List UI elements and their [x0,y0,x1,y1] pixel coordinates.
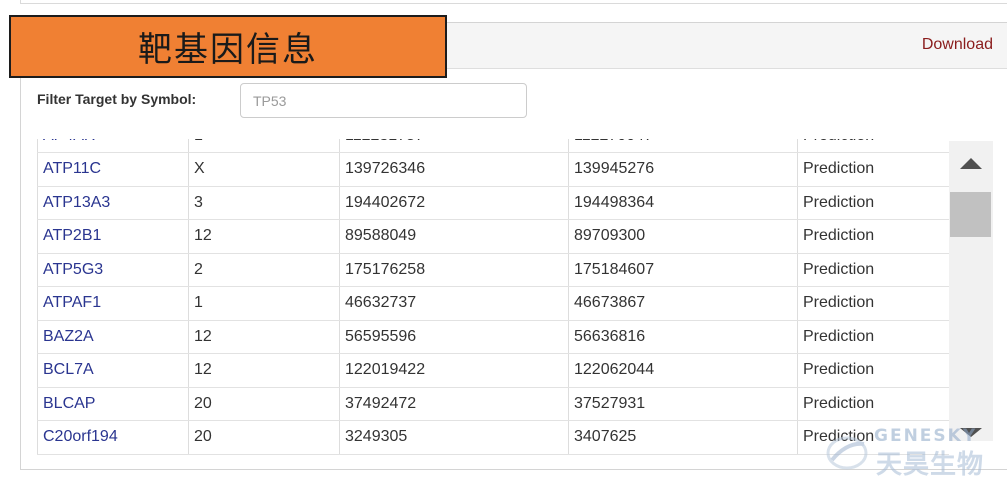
cell-end: 175184607 [568,253,798,287]
cell-end: 139945276 [568,152,798,187]
cell-end: 46673867 [568,286,798,321]
cell-chromosome: 12 [188,219,340,254]
cell-type: Prediction [797,320,949,354]
cell-type: Prediction [797,139,949,153]
table-row: ATP2B1 12 89588049 89709300 Prediction [37,219,949,254]
cell-end: 89709300 [568,219,798,254]
scroll-up-button[interactable] [949,149,993,177]
cell-type: Prediction [797,152,949,187]
cell-start: 37492472 [339,387,569,421]
filter-label: Filter Target by Symbol: [37,91,197,107]
table-row: C20orf194 20 3249305 3407625 Prediction [37,420,949,455]
cell-start: 3249305 [339,420,569,455]
cell-chromosome: 1 [188,286,340,321]
cell-type: Prediction [797,420,949,455]
cell-symbol[interactable]: ATP13A3 [37,186,189,220]
cell-end: 122062044 [568,353,798,388]
cell-symbol[interactable]: ATP5G3 [37,253,189,287]
table-row: ATP11C X 139726346 139945276 Prediction [37,152,949,187]
cell-chromosome: 12 [188,353,340,388]
cell-symbol[interactable]: ATP11C [37,152,189,187]
table-viewport[interactable]: AP4AR1112231757112270047PredictionATP11C… [37,139,949,456]
table-row: AP4AR1112231757112270047Prediction [37,139,949,153]
scroll-thumb[interactable] [950,192,991,237]
cell-end: 37527931 [568,387,798,421]
cell-chromosome: 20 [188,387,340,421]
cell-chromosome: 1 [188,139,340,153]
cell-chromosome: 3 [188,186,340,220]
cell-chromosome: 2 [188,253,340,287]
cell-symbol[interactable]: C20orf194 [37,420,189,455]
cell-start: 122019422 [339,353,569,388]
cell-type: Prediction [797,186,949,220]
target-table: AP4AR1112231757112270047PredictionATP11C… [37,139,949,455]
download-link[interactable]: Download [922,36,993,54]
filter-symbol-input[interactable] [240,83,527,118]
table-row: ATPAF1 1 46632737 46673867 Prediction [37,286,949,321]
cell-type: Prediction [797,219,949,254]
cell-symbol[interactable]: ATP2B1 [37,219,189,254]
top-card-edge [20,0,1007,4]
cell-start: 175176258 [339,253,569,287]
scrollbar[interactable] [949,141,993,441]
cell-chromosome: X [188,152,340,187]
table-row: BCL7A 12 122019422 122062044 Prediction [37,353,949,388]
cell-start: 89588049 [339,219,569,254]
cell-start: 46632737 [339,286,569,321]
cell-start: 56595596 [339,320,569,354]
cell-start: 194402672 [339,186,569,220]
cell-start: 112231757 [339,139,569,153]
cell-symbol[interactable]: BAZ2A [37,320,189,354]
cell-end: 3407625 [568,420,798,455]
cell-end: 194498364 [568,186,798,220]
cell-type: Prediction [797,353,949,388]
cell-type: Prediction [797,253,949,287]
cell-end: 112270047 [568,139,798,153]
cell-start: 139726346 [339,152,569,187]
cell-type: Prediction [797,286,949,321]
cell-chromosome: 20 [188,420,340,455]
cell-end: 56636816 [568,320,798,354]
cell-symbol[interactable]: ATPAF1 [37,286,189,321]
cell-symbol[interactable]: BCL7A [37,353,189,388]
table-row: ATP5G3 2 175176258 175184607 Prediction [37,253,949,287]
cell-type: Prediction [797,387,949,421]
table-row: BAZ2A 12 56595596 56636816 Prediction [37,320,949,354]
table-row: ATP13A3 3 194402672 194498364 Prediction [37,186,949,220]
table-row: BLCAP 20 37492472 37527931 Prediction [37,387,949,421]
cell-symbol[interactable]: BLCAP [37,387,189,421]
cell-chromosome: 12 [188,320,340,354]
title-banner: 靶基因信息 [9,15,447,78]
triangle-down-icon [960,427,982,437]
scroll-down-button[interactable] [949,425,993,439]
cell-symbol[interactable]: AP4AR [37,139,189,153]
triangle-up-icon [960,157,982,169]
